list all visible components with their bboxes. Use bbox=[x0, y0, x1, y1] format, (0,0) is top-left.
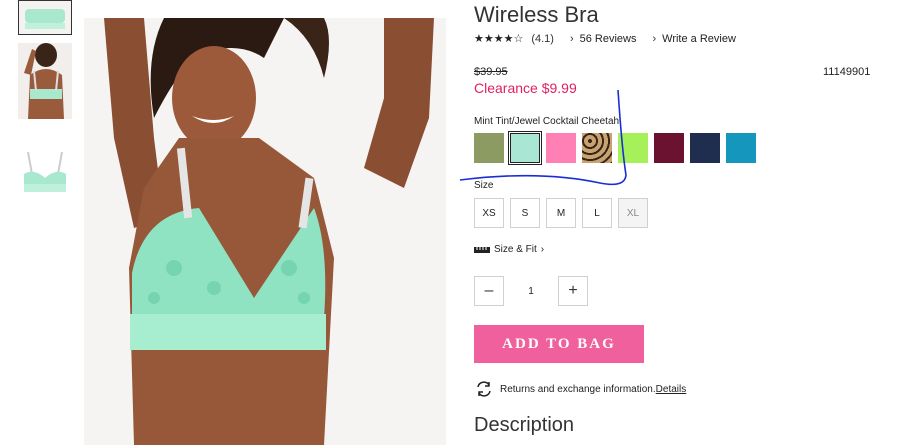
increase-quantity-button[interactable]: + bbox=[558, 276, 588, 306]
reviews-link[interactable]: 56 Reviews bbox=[580, 33, 637, 45]
decrease-quantity-button[interactable]: – bbox=[474, 276, 504, 306]
size-fit-label: Size & Fit bbox=[494, 244, 537, 255]
swatch-lime[interactable] bbox=[618, 133, 648, 163]
swatch-navy[interactable] bbox=[690, 133, 720, 163]
size-m-button[interactable]: M bbox=[546, 198, 576, 228]
product-title: Wireless Bra bbox=[474, 2, 599, 27]
size-options: XS S M L XL bbox=[474, 198, 648, 228]
rating-value: (4.1) bbox=[531, 32, 554, 45]
model-photo bbox=[84, 18, 446, 445]
returns-details-link[interactable]: Details bbox=[656, 384, 687, 395]
thumbnail-3-image bbox=[18, 140, 72, 196]
swatch-leopard[interactable] bbox=[582, 133, 612, 163]
chevron-right-icon: › bbox=[652, 32, 657, 45]
product-sku: 11149901 bbox=[823, 66, 871, 78]
chevron-right-icon: › bbox=[569, 32, 574, 45]
write-review-link[interactable]: Write a Review bbox=[662, 33, 736, 45]
thumbnail-1[interactable] bbox=[18, 0, 72, 35]
thumbnail-1-image bbox=[19, 1, 71, 34]
chevron-right-icon: › bbox=[540, 244, 545, 255]
size-fit-link[interactable]: Size & Fit › bbox=[474, 244, 544, 255]
exchange-icon bbox=[477, 381, 491, 397]
returns-info: Returns and exchange information. Detail… bbox=[474, 381, 686, 397]
thumbnail-3[interactable] bbox=[18, 140, 72, 196]
color-swatches bbox=[474, 131, 756, 165]
original-price: $39.95 bbox=[474, 66, 508, 78]
quantity-value[interactable]: 1 bbox=[504, 286, 558, 297]
size-xl-button[interactable]: XL bbox=[618, 198, 648, 228]
swatch-olive[interactable] bbox=[474, 133, 504, 163]
sale-price: Clearance $9.99 bbox=[474, 80, 577, 96]
add-to-bag-button[interactable]: ADD TO BAG bbox=[474, 325, 644, 363]
size-label: Size bbox=[474, 180, 494, 191]
selected-color-label: Mint Tint/Jewel Cocktail Cheetah bbox=[474, 116, 620, 127]
thumbnail-2-image bbox=[18, 43, 72, 119]
quantity-stepper: – 1 + bbox=[474, 276, 588, 306]
size-l-button[interactable]: L bbox=[582, 198, 612, 228]
swatch-burgundy[interactable] bbox=[654, 133, 684, 163]
rating-row: ★★★★☆ (4.1) › 56 Reviews › Write a Revie… bbox=[474, 32, 736, 46]
main-product-image bbox=[84, 18, 446, 445]
description-heading: Description bbox=[474, 414, 575, 436]
returns-text: Returns and exchange information. bbox=[500, 383, 656, 395]
swatch-mint[interactable] bbox=[508, 131, 542, 165]
thumbnail-2[interactable] bbox=[18, 43, 72, 119]
size-xs-button[interactable]: XS bbox=[474, 198, 504, 228]
swatch-pink[interactable] bbox=[546, 133, 576, 163]
rating-stars: ★★★★☆ bbox=[474, 33, 524, 45]
ruler-icon bbox=[474, 246, 490, 253]
size-s-button[interactable]: S bbox=[510, 198, 540, 228]
swatch-teal[interactable] bbox=[726, 133, 756, 163]
